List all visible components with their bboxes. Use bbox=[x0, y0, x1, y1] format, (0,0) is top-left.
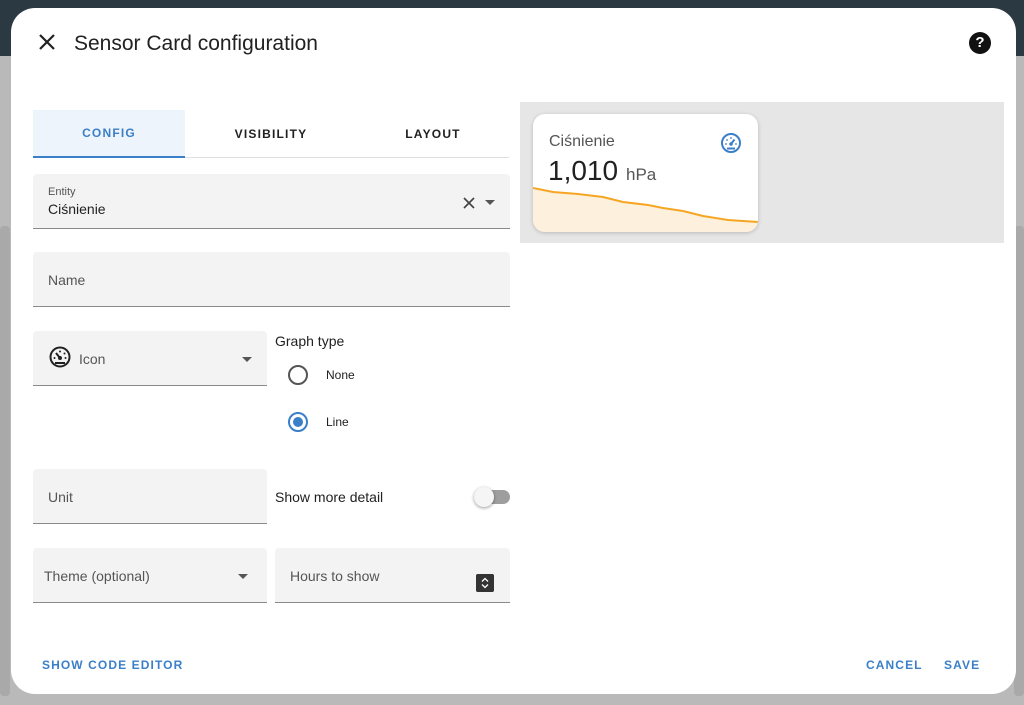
toggle-thumb bbox=[474, 487, 494, 507]
chevron-down-icon[interactable] bbox=[242, 357, 252, 362]
tab-config[interactable]: CONFIG bbox=[33, 110, 185, 158]
radio-none[interactable]: None bbox=[288, 364, 355, 386]
chevron-down-icon[interactable] bbox=[485, 200, 495, 205]
graph-type-label: Graph type bbox=[275, 333, 345, 349]
radio-button[interactable] bbox=[288, 365, 308, 385]
unit-field[interactable]: Unit bbox=[33, 469, 267, 524]
hours-placeholder: Hours to show bbox=[290, 568, 380, 584]
chevron-down-icon[interactable] bbox=[238, 574, 248, 579]
card-preview-area: Ciśnienie 1,010 hPa bbox=[520, 102, 1004, 243]
show-code-editor-button[interactable]: SHOW CODE EDITOR bbox=[42, 658, 183, 672]
help-icon[interactable]: ? bbox=[969, 32, 991, 54]
sensor-card-preview[interactable]: Ciśnienie 1,010 hPa bbox=[533, 114, 758, 232]
gauge-icon bbox=[721, 133, 741, 153]
tab-layout[interactable]: LAYOUT bbox=[357, 110, 509, 157]
radio-line-label: Line bbox=[326, 415, 349, 429]
gauge-icon bbox=[49, 346, 71, 368]
graph-area bbox=[533, 188, 758, 232]
close-icon[interactable] bbox=[35, 30, 59, 54]
unit-placeholder: Unit bbox=[48, 489, 73, 505]
radio-line[interactable]: Line bbox=[288, 411, 349, 433]
radio-button[interactable] bbox=[288, 412, 308, 432]
entity-field[interactable]: Entity Ciśnienie bbox=[33, 174, 510, 229]
clear-icon[interactable] bbox=[460, 194, 478, 212]
sensor-card-name: Ciśnienie bbox=[549, 133, 615, 150]
theme-placeholder: Theme (optional) bbox=[44, 568, 150, 584]
radio-none-label: None bbox=[326, 368, 355, 382]
background-card bbox=[0, 226, 10, 696]
entity-label: Entity bbox=[48, 186, 76, 198]
number-stepper-icon[interactable] bbox=[476, 574, 494, 592]
entity-value: Ciśnienie bbox=[48, 201, 106, 217]
tab-visibility[interactable]: VISIBILITY bbox=[185, 110, 357, 157]
hours-to-show-field[interactable]: Hours to show bbox=[275, 548, 510, 603]
show-more-detail-label: Show more detail bbox=[275, 489, 384, 505]
name-placeholder: Name bbox=[48, 272, 86, 288]
sensor-history-graph bbox=[533, 187, 758, 232]
icon-placeholder: Icon bbox=[79, 351, 106, 367]
sensor-card-dialog: Sensor Card configuration ? CONFIG VISIB… bbox=[11, 8, 1016, 694]
show-more-detail-toggle[interactable] bbox=[474, 487, 510, 507]
cancel-button[interactable]: CANCEL bbox=[866, 658, 923, 672]
dialog-title: Sensor Card configuration bbox=[74, 32, 318, 55]
editor-tabs: CONFIG VISIBILITY LAYOUT bbox=[33, 110, 509, 158]
save-button[interactable]: SAVE bbox=[944, 658, 980, 672]
name-field[interactable]: Name bbox=[33, 252, 510, 307]
icon-field[interactable]: Icon bbox=[33, 331, 267, 386]
theme-field[interactable]: Theme (optional) bbox=[33, 548, 267, 603]
